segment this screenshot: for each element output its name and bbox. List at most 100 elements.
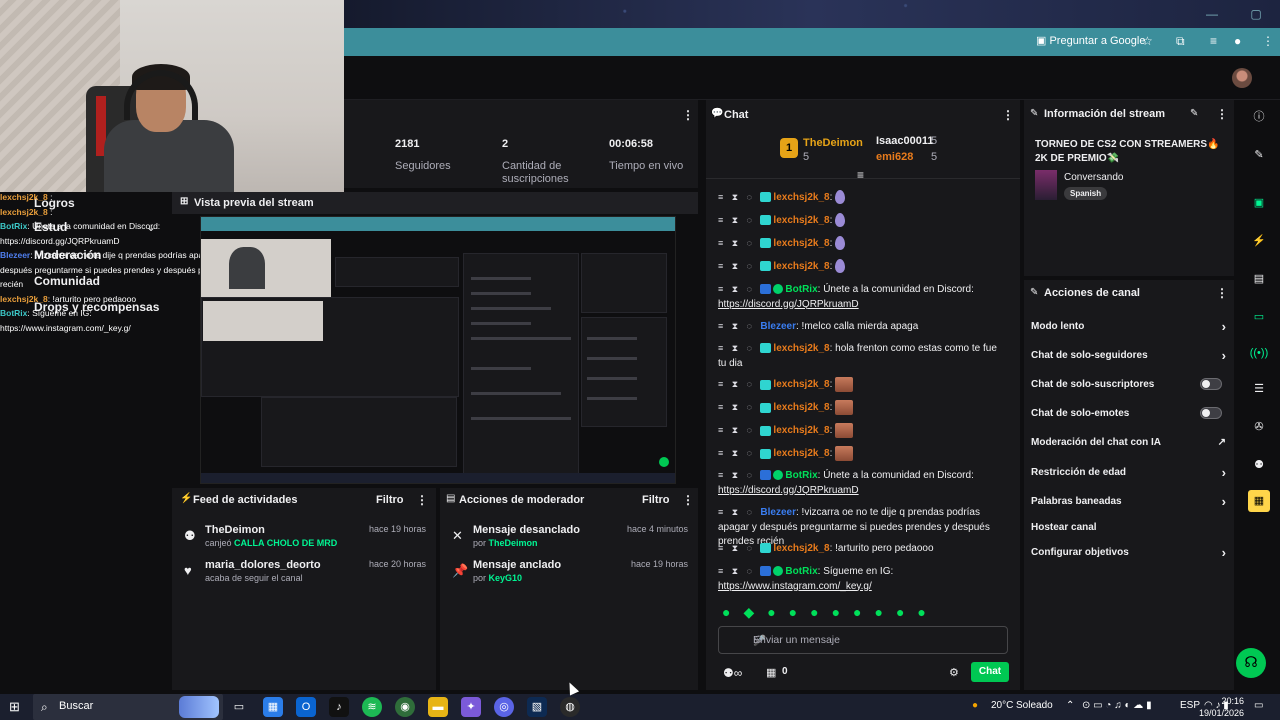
collapse-leaderboard-icon[interactable]: ≡ — [857, 168, 864, 182]
chat-message[interactable]: ≡ ⧗ ◌ lexchsj2k_8: !arturito pero pedaoo… — [718, 541, 1008, 557]
emote-icon — [835, 259, 846, 274]
edit-icon[interactable]: ✎ — [1190, 108, 1198, 119]
chat-message[interactable]: ≡ ⧗ ◌ lexchsj2k_8: hola frenton como est… — [718, 341, 1008, 371]
outlook-icon[interactable]: O — [296, 697, 316, 717]
leader-1-name[interactable]: TheDeimon — [803, 137, 863, 149]
avatar[interactable] — [1232, 68, 1252, 88]
chat-menu-icon[interactable]: ⋮ — [1002, 108, 1014, 122]
chat-message[interactable]: ≡ ⧗ ◌ Blezeer: !melco calla mierda apaga — [718, 319, 1008, 335]
taskbar-search[interactable]: ⌕ Buscar — [33, 694, 223, 720]
unpin-icon: ✕ — [452, 528, 463, 543]
chrome-icon[interactable]: ◉ — [395, 697, 415, 717]
clapperboard-icon[interactable]: ▦ — [1248, 490, 1270, 512]
obs-icon[interactable]: ◍ — [560, 697, 580, 717]
chat-send-button[interactable]: Chat — [971, 662, 1009, 682]
chat-message[interactable]: ≡ ⧗ ◌ lexchsj2k_8: — [718, 400, 1008, 416]
extensions-icon[interactable]: ⧉ — [1176, 34, 1185, 49]
profile-icon[interactable]: ● — [1234, 34, 1241, 48]
emote-picker-icon[interactable]: ☺ — [753, 633, 997, 645]
windows-start-icon[interactable]: ⊞ — [9, 699, 20, 715]
list-item[interactable]: ✕ Mensaje desanclado por TheDeimon hace … — [452, 524, 688, 554]
actions-menu-icon[interactable]: ⋮ — [1216, 286, 1228, 300]
list-item[interactable]: 📌 Mensaje anclado por KeyG10 hace 19 hor… — [452, 559, 688, 589]
list-item[interactable]: ⚉ TheDeimon canjeó CALLA CHOLO DE MRD ha… — [184, 524, 426, 554]
info-menu-icon[interactable]: ⋮ — [1216, 107, 1228, 121]
channel-action-item[interactable]: Restricción de edad › — [1031, 465, 1226, 480]
chat-link[interactable]: https://www.instagram.com/_key.g/ — [718, 581, 872, 592]
media-control-icon[interactable]: ≡ — [1210, 34, 1217, 48]
activity-menu-icon[interactable]: ⋮ — [416, 493, 428, 507]
layout-icon[interactable]: ☰ — [1248, 378, 1270, 400]
chat-message[interactable]: ≡ ⧗ ◌ BotRix: Únete a la comunidad en Di… — [718, 282, 1008, 312]
emote-picker-row[interactable]: ●◆●●●●●●●● — [722, 604, 939, 621]
notifications-icon[interactable]: ▭ — [1254, 700, 1263, 711]
weather-text[interactable]: Soleado — [1016, 700, 1053, 711]
leader-2-name[interactable]: Isaac00011 — [876, 135, 934, 147]
channel-action-item[interactable]: Chat de solo-seguidores › — [1031, 348, 1226, 363]
info-icon[interactable]: ⓘ — [1248, 106, 1270, 128]
chat-message[interactable]: ≡ ⧗ ◌ lexchsj2k_8: — [718, 423, 1008, 439]
copilot-icon[interactable]: ✦ — [461, 697, 481, 717]
language-indicator[interactable]: ESP — [1180, 700, 1200, 711]
chat-message[interactable]: ≡ ⧗ ◌ lexchsj2k_8: — [718, 213, 1008, 229]
notes-icon[interactable]: ▤ — [1248, 268, 1270, 290]
chat-link[interactable]: https://discord.gg/JQRPkruamD — [718, 299, 859, 310]
discord-icon[interactable]: ◎ — [494, 697, 514, 717]
bolt-icon[interactable]: ⚡ — [1248, 230, 1270, 252]
chat-message[interactable]: ≡ ⧗ ◌ lexchsj2k_8: — [718, 236, 1008, 252]
chat-message[interactable]: ≡ ⧗ ◌ BotRix: Únete a la comunidad en Di… — [718, 468, 1008, 498]
taskbar-clock[interactable]: 20:16 19/01/2026 — [1199, 695, 1244, 719]
maximize-button[interactable]: ▢ — [1234, 0, 1278, 28]
chat-message[interactable]: ≡ ⧗ ◌ lexchsj2k_8: — [718, 190, 1008, 206]
store-icon[interactable]: ▦ — [263, 697, 283, 717]
spotify-icon[interactable]: ≋ — [362, 697, 382, 717]
chat-link[interactable]: https://discord.gg/JQRPkruamD — [718, 485, 859, 496]
activity-feed-title: Feed de actividades — [193, 494, 298, 506]
activity-filter-button[interactable]: Filtro — [376, 494, 404, 506]
list-item[interactable]: ♥ maria_dolores_deorto acaba de seguir e… — [184, 559, 426, 589]
category-box-art[interactable] — [1035, 170, 1057, 200]
minimize-button[interactable]: — — [1190, 0, 1234, 28]
channel-action-item[interactable]: Hostear canal — [1031, 522, 1226, 533]
edit-icon[interactable]: ✎ — [1248, 144, 1270, 166]
mod-filter-button[interactable]: Filtro — [642, 494, 670, 506]
browser-menu-icon[interactable]: ⋮ — [1262, 34, 1274, 48]
channel-action-item[interactable]: Palabras baneadas › — [1031, 494, 1226, 509]
file-explorer-icon[interactable]: ▬ — [428, 697, 448, 717]
channel-points-icon[interactable]: ⚉∞ — [723, 666, 742, 680]
help-headset-icon[interactable]: ☊ — [1236, 648, 1266, 678]
chat-icon[interactable]: ▭ — [1248, 306, 1270, 328]
category-name[interactable]: Conversando — [1064, 172, 1123, 183]
tiktok-icon[interactable]: ♪ — [329, 697, 349, 717]
chat-message[interactable]: ≡ ⧗ ◌ lexchsj2k_8: — [718, 446, 1008, 462]
stream-preview[interactable] — [200, 216, 676, 484]
bookmark-star-icon[interactable]: ☆ — [1142, 34, 1153, 48]
weather-temp[interactable]: 20°C — [991, 700, 1013, 711]
channel-action-item[interactable]: Modo lento › — [1031, 319, 1226, 334]
chat-message[interactable]: ≡ ⧗ ◌ lexchsj2k_8: — [718, 259, 1008, 275]
ask-google-button[interactable]: Preguntar a Google — [1036, 34, 1145, 47]
chat-settings-icon[interactable]: ⚙ — [949, 666, 959, 679]
leader-3-name[interactable]: emi628 — [876, 151, 913, 163]
toggle-switch[interactable] — [1200, 407, 1222, 419]
channel-action-item[interactable]: Chat de solo-emotes — [1031, 407, 1226, 419]
gift-icon[interactable]: ▦ — [766, 666, 776, 679]
channel-action-item[interactable]: Configurar objetivos › — [1031, 545, 1226, 560]
broadcast-icon[interactable]: ((•)) — [1248, 342, 1270, 364]
chat-message[interactable]: ≡ ⧗ ◌ BotRix: Sígueme en IG: https://www.… — [718, 564, 1008, 594]
app-icon[interactable]: ▧ — [527, 697, 547, 717]
channel-action-item[interactable]: Moderación del chat con IA ↗ — [1031, 437, 1226, 448]
chat-input[interactable]: 🎤 Enviar un mensaje ☺ — [718, 626, 1008, 654]
task-view-icon[interactable]: ▭ — [229, 697, 249, 717]
toggle-switch[interactable] — [1200, 378, 1222, 390]
tray-chevron-icon[interactable]: ⌃ — [1066, 700, 1074, 711]
chat-message[interactable]: ≡ ⧗ ◌ lexchsj2k_8: — [718, 377, 1008, 393]
stats-menu-icon[interactable]: ⋮ — [682, 108, 694, 122]
channel-points-icon[interactable]: ⚉ — [1248, 454, 1270, 476]
mod-menu-icon[interactable]: ⋮ — [682, 493, 694, 507]
wrench-icon[interactable]: ✇ — [1248, 416, 1270, 438]
channel-action-item[interactable]: Chat de solo-suscriptores — [1031, 378, 1226, 390]
clip-icon[interactable]: ▣ — [1248, 192, 1270, 214]
tray-icons[interactable]: ⊙ ▭ ◔ ♫ ◐ ☁ ▮ — [1082, 700, 1152, 711]
language-tag[interactable]: Spanish — [1064, 187, 1108, 200]
